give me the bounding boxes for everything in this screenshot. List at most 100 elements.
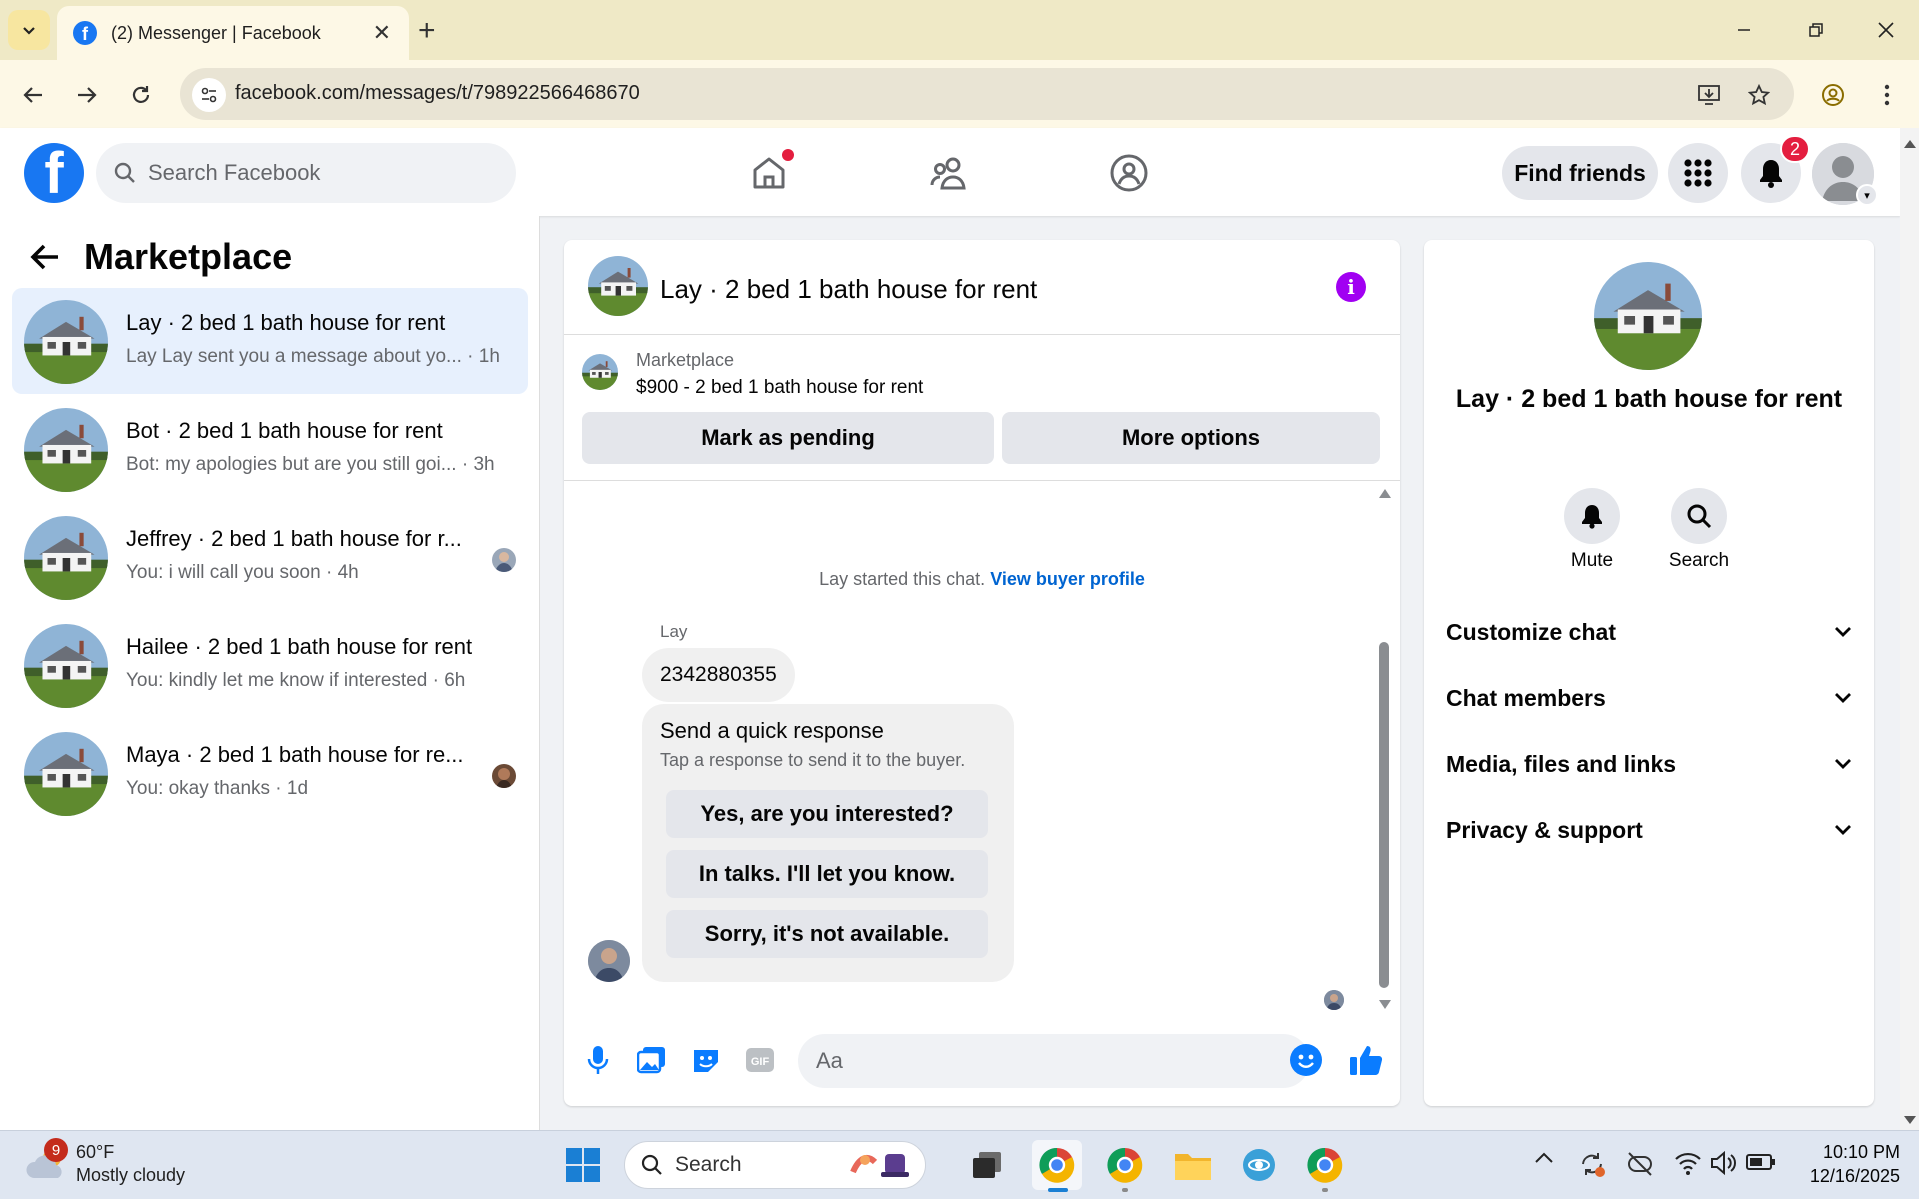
- conversation-preview: You: kindly let me know if interested · …: [126, 670, 466, 691]
- listing-mini-thumbnail: [582, 354, 618, 390]
- mark-as-pending-button[interactable]: Mark as pending: [582, 412, 994, 464]
- sender-name: Lay: [660, 622, 688, 641]
- facebook-search-input[interactable]: Search Facebook: [96, 143, 516, 203]
- bookmark-button[interactable]: [1742, 78, 1776, 112]
- search-in-chat-button[interactable]: [1671, 488, 1727, 544]
- taskbar-file-explorer[interactable]: [1168, 1140, 1218, 1190]
- sync-icon[interactable]: [1578, 1150, 1606, 1183]
- attach-photo-button[interactable]: [632, 1040, 672, 1080]
- minimize-window-button[interactable]: [1714, 8, 1774, 52]
- battery-icon[interactable]: [1746, 1152, 1776, 1177]
- voice-clip-button[interactable]: [578, 1040, 618, 1080]
- scroll-up-arrow-icon[interactable]: [1378, 486, 1392, 504]
- chevron-down-icon: [1835, 627, 1851, 637]
- quick-response-button[interactable]: Yes, are you interested?: [666, 790, 988, 838]
- page-scroll-down-icon[interactable]: [1903, 1112, 1917, 1130]
- gif-icon: GIF: [746, 1048, 774, 1072]
- close-tab-icon[interactable]: ✕: [373, 20, 391, 46]
- sticker-icon: [694, 1050, 718, 1072]
- taskbar-app-globe[interactable]: [1234, 1140, 1284, 1190]
- scroll-down-arrow-icon[interactable]: [1378, 998, 1392, 1016]
- windows-search-box[interactable]: Search: [624, 1141, 926, 1189]
- chat-listing-thumbnail[interactable]: [588, 256, 648, 316]
- clock-date[interactable]: 12/16/2025: [1800, 1166, 1900, 1187]
- back-button[interactable]: [16, 78, 50, 112]
- divider: [564, 480, 1400, 481]
- site-info-button[interactable]: [192, 78, 226, 112]
- taskbar-chrome-profile-2[interactable]: [1100, 1140, 1150, 1190]
- quick-response-button[interactable]: Sorry, it's not available.: [666, 910, 988, 958]
- browser-tab-active[interactable]: f (2) Messenger | Facebook ✕: [57, 6, 409, 60]
- chat-title[interactable]: Lay · 2 bed 1 bath house for rent: [660, 274, 1037, 305]
- clock-time[interactable]: 10:10 PM: [1800, 1142, 1900, 1163]
- privacy-support-section[interactable]: Privacy & support: [1446, 810, 1852, 850]
- view-buyer-profile-link[interactable]: View buyer profile: [990, 569, 1145, 589]
- volume-icon[interactable]: [1710, 1150, 1738, 1181]
- send-like-button[interactable]: [1346, 1040, 1386, 1080]
- info-icon[interactable]: i: [1336, 272, 1366, 302]
- forward-button[interactable]: [70, 78, 104, 112]
- listing-thumbnail: [24, 732, 108, 816]
- facebook-favicon-icon: f: [73, 21, 97, 45]
- home-notification-dot: [782, 149, 794, 161]
- restore-window-button[interactable]: [1786, 8, 1846, 52]
- conversation-item[interactable]: Lay · 2 bed 1 bath house for rent Lay La…: [12, 288, 528, 394]
- sender-avatar[interactable]: [588, 940, 630, 982]
- chevron-down-icon: [1835, 759, 1851, 769]
- listing-thumbnail: [24, 516, 108, 600]
- close-window-button[interactable]: [1856, 8, 1916, 52]
- browser-menu-button[interactable]: [1870, 78, 1904, 112]
- groups-nav-button[interactable]: [1104, 150, 1154, 196]
- page-scrollbar[interactable]: [1900, 128, 1919, 1130]
- tab-search-dropdown-button[interactable]: [8, 10, 50, 50]
- more-options-button[interactable]: More options: [1002, 412, 1380, 464]
- sticker-button[interactable]: [686, 1040, 726, 1080]
- conversation-item[interactable]: Bot · 2 bed 1 bath house for rent Bot: m…: [12, 396, 528, 502]
- quick-response-button[interactable]: In talks. I'll let you know.: [666, 850, 988, 898]
- start-button[interactable]: [558, 1140, 608, 1190]
- profile-button[interactable]: [1816, 78, 1850, 112]
- wifi-icon[interactable]: [1674, 1150, 1702, 1181]
- tune-icon: [201, 87, 217, 103]
- arrow-right-icon: [78, 87, 97, 103]
- minimize-icon: [1738, 29, 1750, 31]
- media-files-links-section[interactable]: Media, files and links: [1446, 744, 1852, 784]
- install-app-button[interactable]: [1692, 78, 1726, 112]
- section-label: Privacy & support: [1446, 816, 1643, 843]
- menu-button[interactable]: [1668, 143, 1728, 203]
- listing-price-title[interactable]: $900 - 2 bed 1 bath house for rent: [636, 377, 923, 399]
- gif-button[interactable]: GIF: [740, 1040, 780, 1080]
- chat-members-section[interactable]: Chat members: [1446, 678, 1852, 718]
- taskbar-chrome-profile-3[interactable]: [1300, 1140, 1350, 1190]
- page-scroll-up-icon[interactable]: [1903, 136, 1917, 154]
- task-view-button[interactable]: [962, 1140, 1012, 1190]
- show-hidden-icons-chevron-icon[interactable]: [1534, 1150, 1554, 1169]
- find-friends-button[interactable]: Find friends: [1502, 146, 1658, 200]
- sound-muted-icon[interactable]: [1626, 1150, 1654, 1183]
- quick-response-subtitle: Tap a response to send it to the buyer.: [660, 750, 966, 770]
- conversation-item[interactable]: Hailee · 2 bed 1 bath house for rent You…: [12, 612, 528, 718]
- facebook-logo[interactable]: f: [24, 143, 84, 203]
- weather-temperature[interactable]: 60°F: [76, 1142, 114, 1163]
- restore-icon: [1809, 23, 1823, 37]
- chat-started-text: Lay started this chat.: [819, 569, 986, 589]
- photo-icon: [637, 1047, 665, 1074]
- message-input[interactable]: Aa: [798, 1034, 1310, 1088]
- details-listing-photo[interactable]: [1594, 262, 1702, 370]
- weather-condition[interactable]: Mostly cloudy: [76, 1165, 185, 1186]
- message-input-placeholder: Aa: [816, 1048, 843, 1073]
- conversation-item[interactable]: Maya · 2 bed 1 bath house for re... You:…: [12, 720, 528, 826]
- customize-chat-section[interactable]: Customize chat: [1446, 612, 1852, 652]
- url-text[interactable]: facebook.com/messages/t/798922566468670: [235, 82, 640, 105]
- back-arrow-icon[interactable]: [28, 240, 62, 283]
- chat-scrollbar-thumb[interactable]: [1379, 642, 1389, 988]
- friends-nav-button[interactable]: [924, 150, 974, 196]
- taskbar-chrome-active[interactable]: [1032, 1140, 1082, 1190]
- message-bubble[interactable]: 2342880355: [642, 648, 795, 702]
- mute-button[interactable]: [1564, 488, 1620, 544]
- account-menu-chevron-icon[interactable]: ▾: [1856, 184, 1878, 206]
- emoji-icon[interactable]: [1290, 1044, 1322, 1076]
- conversation-item[interactable]: Jeffrey · 2 bed 1 bath house for r... Yo…: [12, 504, 528, 610]
- new-tab-button[interactable]: +: [418, 14, 436, 48]
- reload-button[interactable]: [124, 78, 158, 112]
